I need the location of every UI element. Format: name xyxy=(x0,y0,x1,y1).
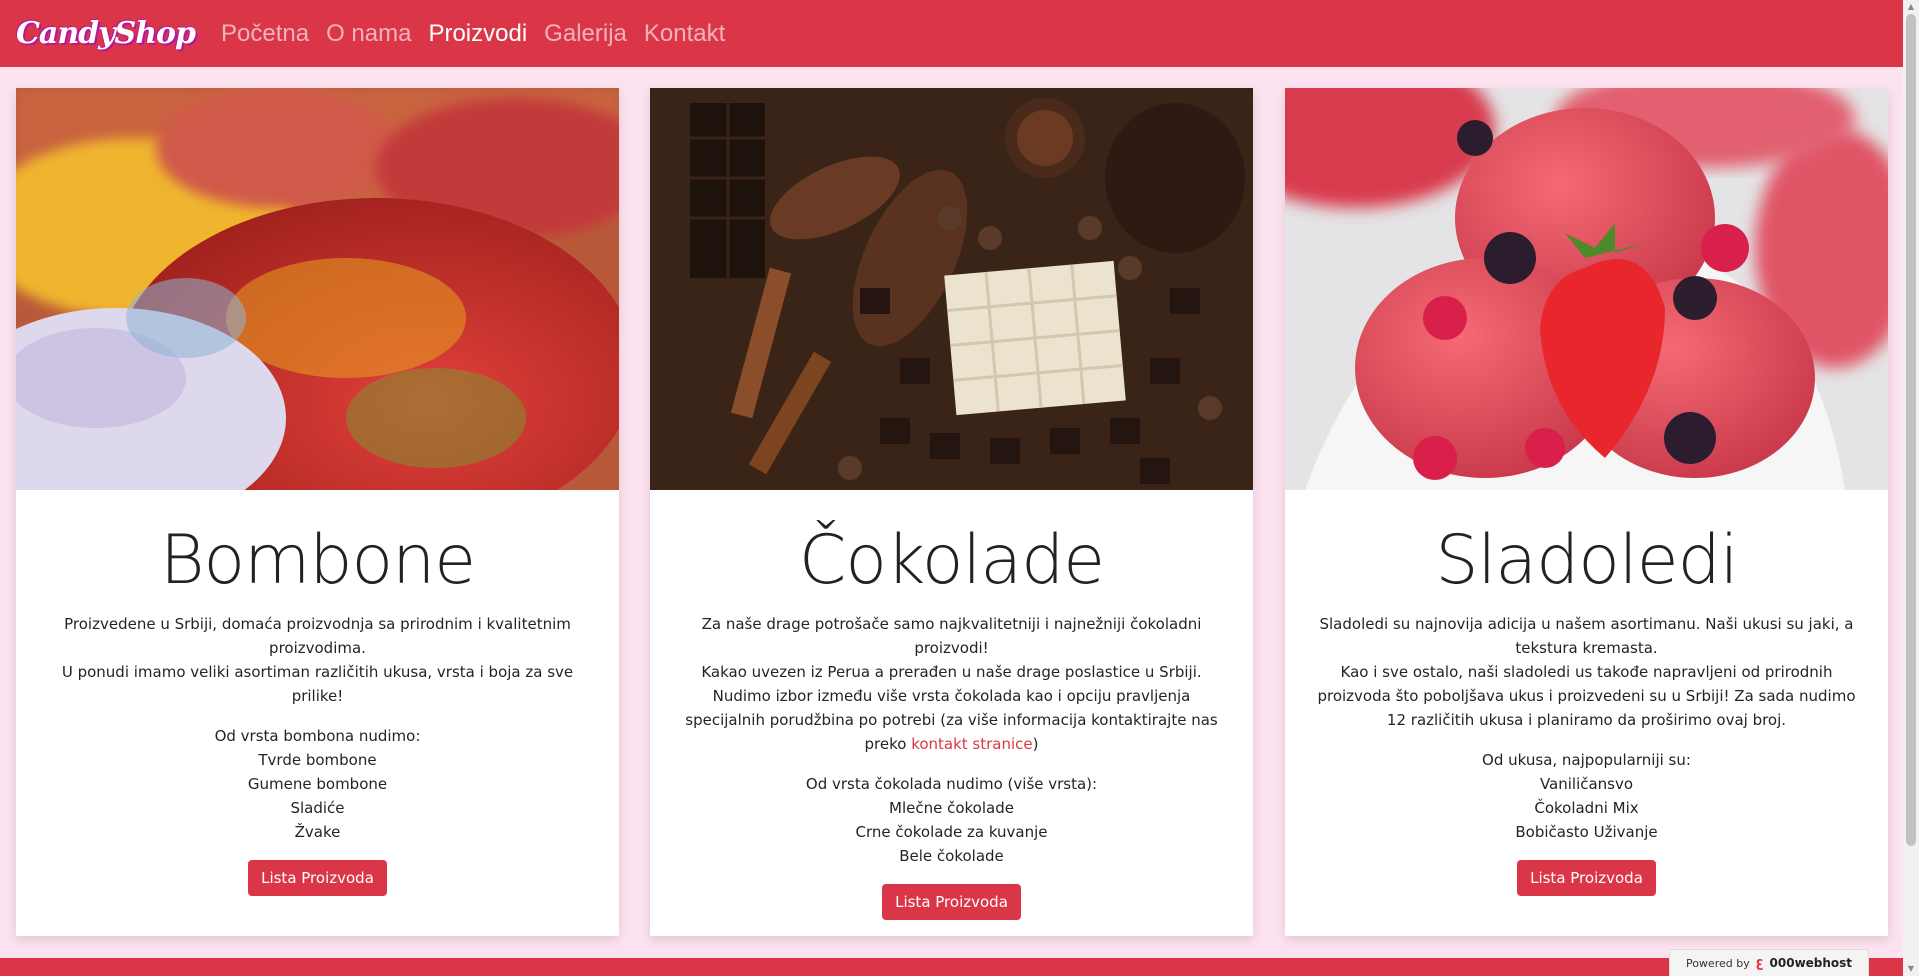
webhost-name: 000webhost xyxy=(1769,956,1853,970)
product-list-button[interactable]: Lista Proizvoda xyxy=(882,884,1021,920)
card-title: Sladoledi xyxy=(1435,521,1738,600)
list-intro: Od vrsta bombona nudimo: xyxy=(214,727,421,745)
scrollbar[interactable]: ▲ ▼ xyxy=(1903,0,1919,976)
scroll-down-arrow-icon[interactable]: ▼ xyxy=(1903,962,1919,976)
list-item: Sladiće xyxy=(290,799,345,817)
nav-link-galerija[interactable]: Galerija xyxy=(544,20,627,48)
list-item: Tvrde bombone xyxy=(258,751,377,769)
card-description: Proizvedene u Srbiji, domaća proizvodnja… xyxy=(46,612,589,708)
navbar: CandyShop Početna O nama Proizvodi Galer… xyxy=(0,0,1903,67)
description-line: Kao i sve ostalo, naši sladoledi us tako… xyxy=(1317,663,1856,729)
chocolate-photo xyxy=(650,88,1253,490)
description-line: Za naše drage potrošače samo najkvalitet… xyxy=(701,615,1202,657)
nav-link-pocetna[interactable]: Početna xyxy=(221,20,309,48)
brand-logo[interactable]: CandyShop xyxy=(16,18,196,49)
scrollbar-thumb[interactable] xyxy=(1906,14,1916,846)
description-line: Sladoledi su najnovija adicija u našem a… xyxy=(1319,615,1854,657)
list-item: Gumene bombone xyxy=(247,775,388,793)
powered-by-label: Powered by xyxy=(1685,956,1750,970)
list-intro: Od ukusa, najpopularniji su: xyxy=(1482,751,1691,769)
list-item: Bele čokolade xyxy=(899,847,1004,865)
nav-link-proizvodi[interactable]: Proizvodi xyxy=(428,20,527,48)
description-line: Proizvedene u Srbiji, domaća proizvodnja… xyxy=(64,615,571,657)
card-title: Bombone xyxy=(159,521,476,600)
list-item: Čokoladni Mix xyxy=(1534,799,1639,817)
candy-photo xyxy=(16,88,619,490)
card-body: Čokolade Za naše drage potrošače samo na… xyxy=(650,490,1253,920)
card-body: Bombone Proizvedene u Srbiji, domaća pro… xyxy=(16,490,619,896)
card-cokolade: Čokolade Za naše drage potrošače samo na… xyxy=(650,88,1253,936)
scroll-up-arrow-icon[interactable]: ▲ xyxy=(1903,0,1919,14)
powered-by-badge[interactable]: Powered by ꜫ 000webhost xyxy=(1669,949,1869,976)
list-intro: Od vrsta čokolada nudimo (više vrsta): xyxy=(805,775,1098,793)
candy-image xyxy=(16,88,619,490)
card-title: Čokolade xyxy=(798,521,1105,600)
card-description: Sladoledi su najnovija adicija u našem a… xyxy=(1315,612,1858,732)
icecream-image xyxy=(1285,88,1888,490)
contact-page-link[interactable]: kontakt stranice xyxy=(911,735,1032,753)
description-line: ) xyxy=(1032,735,1039,753)
webhost-logo-icon: ꜫ xyxy=(1755,955,1764,971)
product-list-button[interactable]: Lista Proizvoda xyxy=(1517,860,1656,896)
nav-link-kontakt[interactable]: Kontakt xyxy=(644,20,725,48)
card-bombone: Bombone Proizvedene u Srbiji, domaća pro… xyxy=(16,88,619,936)
card-body: Sladoledi Sladoledi su najnovija adicija… xyxy=(1285,490,1888,896)
chocolate-image xyxy=(650,88,1253,490)
list-item: Vaniličansvo xyxy=(1539,775,1634,793)
description-line: Kakao uvezen iz Perua a prerađen u naše … xyxy=(701,663,1202,681)
card-description: Za naše drage potrošače samo najkvalitet… xyxy=(680,612,1223,756)
list-item: Bobičasto Uživanje xyxy=(1515,823,1658,841)
nav-link-o-nama[interactable]: O nama xyxy=(326,20,411,48)
product-list-button[interactable]: Lista Proizvoda xyxy=(248,860,387,896)
card-sladoledi: Sladoledi Sladoledi su najnovija adicija… xyxy=(1285,88,1888,936)
list-item: Crne čokolade za kuvanje xyxy=(855,823,1048,841)
description-line: U ponudi imamo veliki asortiman različit… xyxy=(61,663,574,705)
icecream-photo xyxy=(1285,88,1888,490)
footer-bar xyxy=(0,958,1903,976)
list-item: Žvake xyxy=(294,823,341,841)
list-item: Mlečne čokolade xyxy=(889,799,1014,817)
